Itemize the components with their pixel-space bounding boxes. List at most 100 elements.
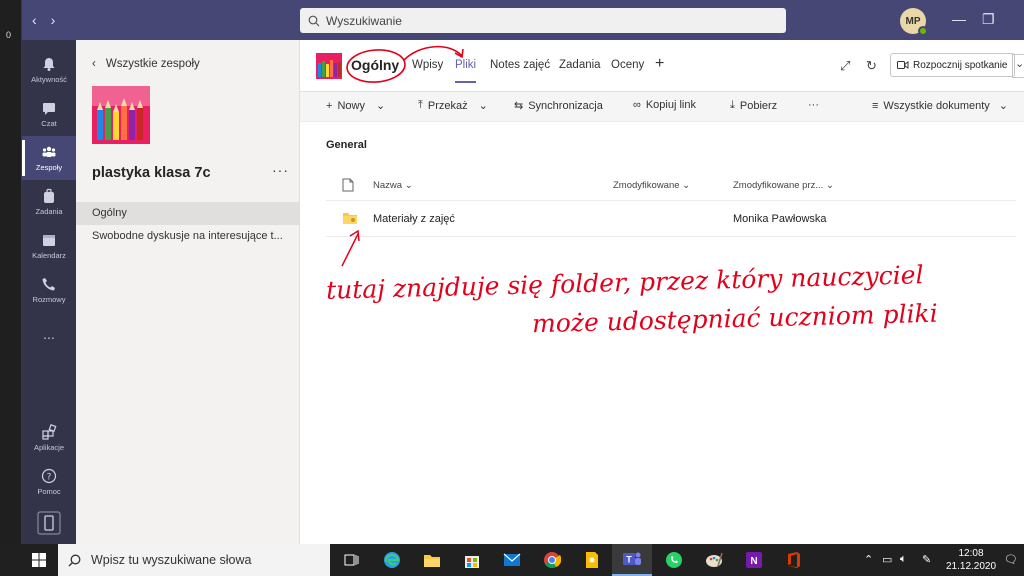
download-label: Pobierz bbox=[739, 99, 778, 112]
forward-arrow-icon[interactable]: › bbox=[51, 12, 56, 28]
office-icon[interactable] bbox=[774, 544, 814, 576]
rail-item-mobile[interactable] bbox=[22, 502, 76, 546]
teams-icon bbox=[42, 146, 56, 157]
table-row[interactable]: Materiały z zajęć Monika Pawłowska bbox=[326, 203, 1016, 237]
copy-link-label: Kopiuj link bbox=[645, 99, 696, 111]
rail-label: Aktywność bbox=[31, 75, 67, 84]
file-modified-by: Monika Pawłowska bbox=[733, 213, 827, 225]
more-icon: ... bbox=[43, 326, 55, 342]
rail-label: Kalendarz bbox=[32, 251, 66, 260]
mail-icon[interactable] bbox=[492, 544, 532, 576]
download-button[interactable]: ⤓ Pobierz bbox=[730, 99, 777, 112]
copy-link-button[interactable]: ∞ Kopiuj link bbox=[633, 99, 696, 111]
column-name[interactable]: Nazwa ⌄ bbox=[373, 180, 413, 191]
file-type-icon bbox=[342, 178, 354, 192]
apps-icon bbox=[42, 424, 57, 440]
team-more-options-icon[interactable]: ··· bbox=[272, 162, 289, 178]
sync-button[interactable]: ⇆ Synchronizacja bbox=[514, 99, 603, 113]
annotation-arrow-up bbox=[341, 229, 360, 267]
tab-assignments[interactable]: Zadania bbox=[559, 59, 601, 71]
header-divider bbox=[326, 200, 1016, 201]
channel-header: Ogólny Wpisy Pliki Notes zajęć Zadania O… bbox=[300, 40, 1024, 92]
system-clock[interactable]: 12:08 21.12.2020 bbox=[946, 547, 996, 573]
new-button[interactable]: + Nowy ⌄ bbox=[326, 99, 385, 113]
column-modified-by-label: Zmodyfikowane prz... bbox=[733, 180, 824, 191]
file-explorer-icon[interactable] bbox=[412, 544, 452, 576]
search-box[interactable]: Wyszukiwanie bbox=[300, 8, 786, 33]
meeting-options-chevron-icon[interactable]: ⌄ bbox=[1012, 54, 1024, 78]
avatar[interactable]: MP bbox=[900, 8, 928, 36]
search-icon bbox=[68, 554, 81, 566]
rail-item-calendar[interactable]: Kalendarz bbox=[22, 224, 76, 268]
paint-icon[interactable] bbox=[694, 544, 734, 576]
task-view-icon[interactable] bbox=[332, 544, 372, 576]
svg-text:T: T bbox=[626, 555, 632, 565]
plus-icon: + bbox=[326, 99, 333, 112]
windows-taskbar: Wpisz tu wyszukiwane słowa T N ⌃ ▭ 🔈︎ ✎ … bbox=[0, 544, 1024, 576]
edge-icon[interactable] bbox=[372, 544, 412, 576]
files-toolbar: + Nowy ⌄ ⤒ Przekaż ⌄ ⇆ Synchronizacja ∞ … bbox=[300, 92, 1024, 122]
all-teams-link[interactable]: ‹ Wszystkie zespoły bbox=[92, 58, 200, 70]
chevron-down-icon: ⌄ bbox=[682, 180, 691, 191]
bell-icon bbox=[43, 58, 55, 71]
refresh-icon[interactable]: ↻ bbox=[866, 58, 877, 74]
view-selector[interactable]: ≡ Wszystkie dokumenty ⌄ bbox=[872, 99, 1008, 113]
rail-item-calls[interactable]: Rozmowy bbox=[22, 268, 76, 312]
tray-chevron-up-icon[interactable]: ⌃ bbox=[864, 553, 873, 566]
backpack-icon bbox=[44, 188, 54, 203]
add-tab-button[interactable]: + bbox=[655, 55, 664, 73]
notifications-icon[interactable]: 🗨︎ bbox=[1004, 553, 1018, 566]
all-teams-label: Wszystkie zespoły bbox=[105, 58, 200, 70]
column-modified[interactable]: Zmodyfikowane ⌄ bbox=[613, 180, 690, 191]
folder-breadcrumb: General bbox=[326, 139, 367, 151]
rail-label: Rozmowy bbox=[32, 295, 66, 304]
title-bar: ‹ › Wyszukiwanie MP — ❐ bbox=[22, 0, 1024, 40]
onenote-icon[interactable]: N bbox=[734, 544, 774, 576]
view-label: Wszystkie dokumenty bbox=[883, 99, 990, 112]
chrome-icon[interactable] bbox=[532, 544, 572, 576]
upload-icon: ⤒ bbox=[418, 99, 423, 111]
google-keep-icon[interactable] bbox=[572, 544, 612, 576]
toolbar-more-icon[interactable]: ··· bbox=[808, 99, 819, 111]
rail-item-help[interactable]: ? Pomoc bbox=[22, 460, 76, 504]
clock-time: 12:08 bbox=[958, 548, 984, 559]
tab-grades[interactable]: Oceny bbox=[611, 59, 644, 71]
help-icon: ? bbox=[41, 468, 57, 484]
rail-item-teams[interactable]: Zespoły bbox=[22, 136, 76, 180]
presence-available-icon bbox=[918, 26, 928, 36]
store-icon[interactable] bbox=[452, 544, 492, 576]
start-meeting-button[interactable]: Rozpocznij spotkanie bbox=[890, 53, 1015, 77]
windows-start-icon[interactable] bbox=[32, 553, 46, 567]
minimize-icon[interactable]: — bbox=[952, 11, 966, 27]
list-icon: ≡ bbox=[872, 99, 879, 112]
rail-item-more[interactable]: ... bbox=[22, 312, 76, 356]
network-icon[interactable]: ▭ bbox=[882, 553, 892, 566]
maximize-icon[interactable]: ❐ bbox=[982, 11, 995, 28]
rail-label: Czat bbox=[41, 119, 57, 128]
rail-item-assignments[interactable]: Zadania bbox=[22, 180, 76, 224]
pen-icon[interactable]: ✎ bbox=[922, 553, 931, 566]
sync-label: Synchronizacja bbox=[528, 99, 603, 112]
upload-button[interactable]: ⤒ Przekaż ⌄ bbox=[418, 99, 488, 112]
rail-item-apps[interactable]: Aplikacje bbox=[22, 416, 76, 460]
file-name[interactable]: Materiały z zajęć bbox=[373, 213, 455, 225]
channel-general[interactable]: Ogólny bbox=[76, 202, 300, 225]
rail-item-chat[interactable]: Czat bbox=[22, 92, 76, 136]
sync-icon: ⇆ bbox=[514, 100, 524, 112]
rail-label: Zespoły bbox=[35, 163, 63, 172]
channel-free-discussion[interactable]: Swobodne dyskusje na interesujące t... bbox=[76, 225, 300, 248]
teams-taskbar-icon[interactable]: T bbox=[612, 544, 652, 576]
rail-item-activity[interactable]: Aktywność bbox=[22, 48, 76, 92]
phone-icon bbox=[42, 278, 55, 291]
calendar-icon bbox=[43, 235, 55, 246]
column-modified-by[interactable]: Zmodyfikowane prz... ⌄ bbox=[733, 180, 834, 191]
chevron-down-icon: ⌄ bbox=[825, 180, 834, 191]
avatar-initials: MP bbox=[905, 15, 921, 27]
volume-icon[interactable]: 🔈︎ bbox=[900, 553, 907, 566]
back-arrow-icon[interactable]: ‹ bbox=[32, 12, 37, 28]
whatsapp-icon[interactable] bbox=[654, 544, 694, 576]
annotation-circle-arrow bbox=[346, 45, 464, 83]
expand-icon[interactable]: ⤢ bbox=[840, 58, 850, 74]
taskbar-search[interactable]: Wpisz tu wyszukiwane słowa bbox=[58, 544, 330, 576]
search-placeholder: Wyszukiwanie bbox=[326, 13, 402, 28]
